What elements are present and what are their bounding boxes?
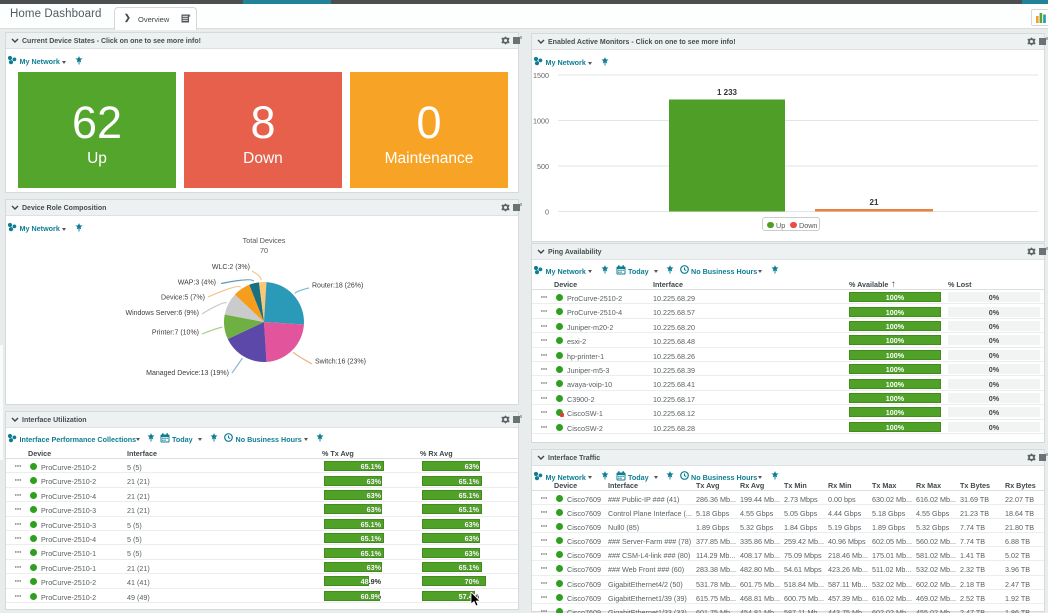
svg-text:1000: 1000 (533, 117, 549, 126)
svg-text:Printer:7 (10%): Printer:7 (10%) (152, 330, 199, 337)
svg-text:Switch:16 (23%): Switch:16 (23%) (315, 359, 366, 366)
svg-text:0: 0 (545, 208, 549, 217)
svg-text:Managed Device:13 (19%): Managed Device:13 (19%) (146, 370, 229, 377)
svg-text:WLC:2 (3%): WLC:2 (3%) (212, 264, 250, 271)
svg-text:Windows Server:6 (9%): Windows Server:6 (9%) (125, 310, 199, 317)
svg-text:70: 70 (260, 246, 268, 255)
svg-text:Router:18 (26%): Router:18 (26%) (312, 283, 363, 290)
svg-text:1500: 1500 (533, 71, 549, 80)
svg-text:WAP:3 (4%): WAP:3 (4%) (178, 280, 216, 287)
svg-text:500: 500 (537, 162, 549, 171)
svg-text:Device:5 (7%): Device:5 (7%) (161, 295, 205, 302)
svg-text:21: 21 (870, 198, 879, 207)
svg-text:1 233: 1 233 (717, 88, 738, 97)
svg-text:Total Devices: Total Devices (243, 236, 286, 245)
